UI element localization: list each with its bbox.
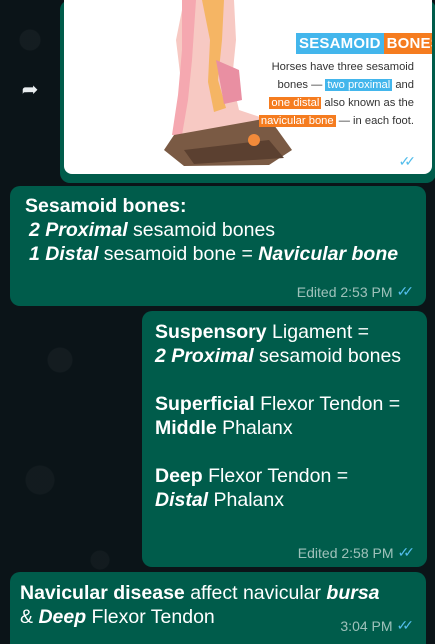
message-line: 2 Proximal sesamoid bones: [155, 344, 401, 368]
title-part-bones: BONES: [383, 33, 432, 54]
message-text: Sesamoid bones: 2 Proximal sesamoid bone…: [25, 194, 398, 266]
bold-italic-text: 1 Distal: [29, 243, 99, 265]
bold-text: Superficial: [155, 393, 255, 415]
message-text: Navicular disease affect navicular bursa…: [20, 581, 380, 629]
read-receipt-icon: ✓✓: [398, 153, 417, 169]
message-line: Distal Phalanx: [155, 488, 401, 512]
plain-text: &: [20, 606, 39, 628]
message-timestamp: Edited 2:58 PM ✓✓: [298, 544, 415, 561]
message-line: Suspensory Ligament =: [155, 320, 401, 344]
plain-text: sesamoid bone =: [98, 243, 259, 265]
plain-text: Flexor Tendon =: [254, 393, 401, 415]
highlight-two-proximal: two proximal: [325, 79, 393, 91]
plain-text: sesamoid bones: [127, 219, 276, 241]
infographic-line-text: — in each foot.: [335, 115, 414, 127]
timestamp-text: Edited 2:58 PM: [297, 544, 394, 561]
message-text: Suspensory Ligament = 2 Proximal sesamoi…: [155, 320, 401, 512]
infographic-line-text: Horses have three sesamoid: [271, 61, 414, 73]
bold-italic-text: 2 Proximal: [155, 345, 254, 367]
infographic-line: navicular bone — in each foot.: [254, 112, 414, 130]
infographic-line-text: also known as the: [321, 97, 414, 109]
infographic-text: Horses have three sesamoid bones — two p…: [254, 58, 414, 130]
bold-text: Suspensory: [155, 321, 267, 343]
title-part-sesamoid: SESAMOID: [296, 33, 384, 54]
bold-italic-text: Deep: [38, 606, 87, 628]
forward-button[interactable]: ➦: [17, 76, 43, 102]
timestamp-text: Edited 2:53 PM: [296, 283, 393, 300]
highlight-navicular-bone: navicular bone: [258, 115, 336, 127]
infographic-line: one distal also known as the: [254, 94, 414, 112]
image-message-bubble[interactable]: SESAMOID BONES Horses have three sesamoi…: [60, 0, 435, 183]
read-receipt-icon: ✓✓: [396, 617, 415, 633]
plain-text: affect navicular: [184, 582, 327, 604]
bold-italic-text: 2 Proximal: [29, 219, 128, 241]
infographic-title: SESAMOID BONES: [296, 33, 432, 54]
message-bubble[interactable]: Navicular disease affect navicular bursa…: [10, 572, 426, 644]
message-timestamp: 2:52 PM ✓✓: [342, 153, 416, 170]
infographic-line-text: and: [392, 79, 414, 91]
bold-italic-text: Navicular bone: [258, 243, 399, 265]
bold-text: Middle: [155, 417, 217, 439]
message-line: Sesamoid bones:: [25, 194, 398, 218]
message-line: 2 Proximal sesamoid bones: [25, 218, 398, 242]
message-line: Superficial Flexor Tendon =: [155, 392, 401, 416]
read-receipt-icon: ✓✓: [396, 283, 415, 299]
plain-text: sesamoid bones: [253, 345, 402, 367]
message-line: Deep Flexor Tendon =: [155, 464, 401, 488]
highlight-one-distal: one distal: [269, 97, 322, 109]
infographic-line-text: bones —: [277, 79, 326, 91]
read-receipt-icon: ✓✓: [397, 544, 416, 560]
plain-text: Phalanx: [208, 489, 284, 511]
message-line: Middle Phalanx: [155, 416, 401, 440]
message-timestamp: Edited 2:53 PM ✓✓: [297, 283, 414, 300]
timestamp-text: 2:52 PM: [342, 153, 395, 170]
bold-text: Deep: [155, 465, 203, 487]
infographic-line: Horses have three sesamoid: [254, 58, 414, 76]
infographic-line: bones — two proximal and: [254, 76, 414, 94]
message-bubble[interactable]: Sesamoid bones: 2 Proximal sesamoid bone…: [10, 186, 426, 306]
message-timestamp: 3:04 PM ✓✓: [340, 617, 414, 634]
plain-text: Phalanx: [216, 417, 293, 439]
message-line: & Deep Flexor Tendon: [20, 605, 380, 629]
timestamp-text: 3:04 PM: [340, 617, 393, 634]
plain-text: Flexor Tendon =: [202, 465, 349, 487]
message-image[interactable]: SESAMOID BONES Horses have three sesamoi…: [64, 0, 432, 174]
message-line: Navicular disease affect navicular bursa: [20, 581, 380, 605]
bold-italic-text: bursa: [326, 582, 380, 604]
bold-italic-text: Distal: [155, 489, 209, 511]
share-forward-icon: ➦: [21, 78, 39, 101]
plain-text: Ligament =: [266, 321, 370, 343]
plain-text: Flexor Tendon: [86, 606, 215, 628]
message-bubble[interactable]: Suspensory Ligament = 2 Proximal sesamoi…: [142, 311, 427, 567]
bold-text: Navicular disease: [20, 582, 185, 604]
bold-text: Sesamoid bones:: [25, 195, 187, 217]
message-line: 1 Distal sesamoid bone = Navicular bone: [25, 242, 398, 266]
